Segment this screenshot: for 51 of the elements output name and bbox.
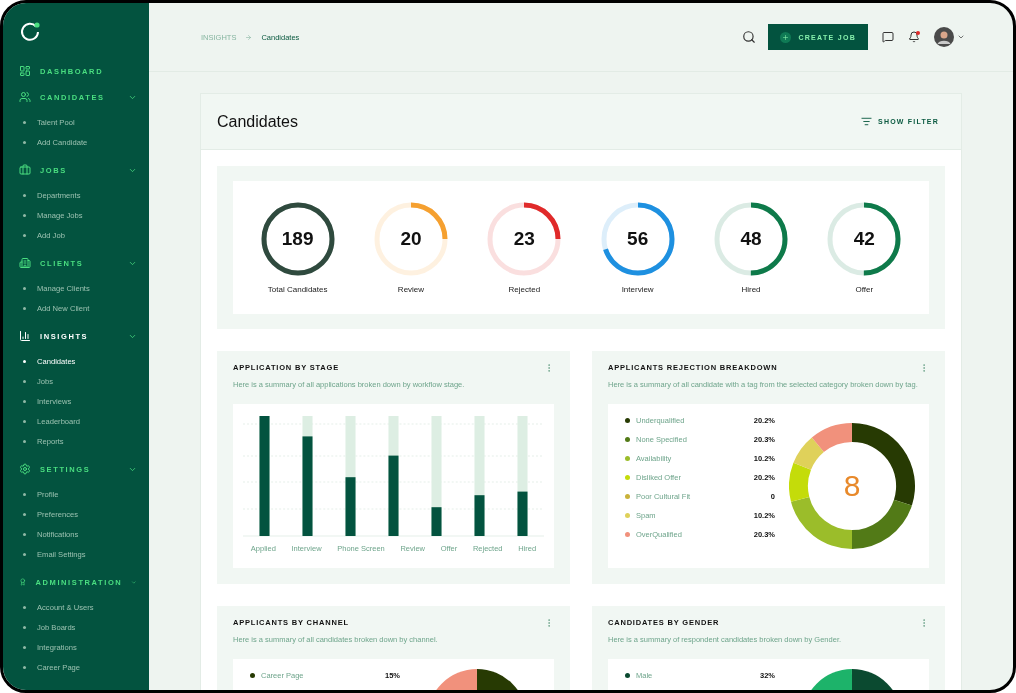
avatar[interactable] [934, 27, 954, 47]
bullet-dot [23, 140, 26, 144]
dashboard-icon [19, 65, 31, 77]
stat-value: 48 [740, 228, 762, 250]
bullet-dot [23, 419, 26, 423]
stat-value: 56 [627, 228, 649, 250]
donut-center-value: 8 [843, 469, 861, 503]
bullet-dot [23, 379, 26, 383]
bullet-dot [23, 605, 26, 609]
stat-label: Review [397, 285, 425, 294]
bullet-dot [23, 120, 26, 124]
bullet-dot [23, 399, 26, 403]
bullet-dot [23, 359, 26, 363]
bullet-dot [23, 552, 26, 556]
help-icon[interactable] [882, 31, 894, 43]
chevron-icon[interactable] [957, 33, 965, 41]
bullet-dot [23, 213, 26, 217]
bar-chart-icon [19, 330, 31, 342]
stat-label: Interview [621, 285, 654, 294]
bullet-dot [23, 512, 26, 516]
stat-label: Offer [855, 285, 874, 294]
arrow-icon [245, 33, 253, 41]
stat-value: 20 [400, 228, 422, 250]
bullet-dot [23, 492, 26, 496]
users-icon [19, 91, 31, 103]
bullet-dot [23, 306, 26, 310]
bullet-dot [23, 645, 26, 649]
bullet-dot [23, 233, 26, 237]
bell-icon[interactable] [908, 31, 920, 43]
stat-value: 189 [281, 228, 314, 250]
bullet-dot [23, 665, 26, 669]
bullet-dot [23, 532, 26, 536]
bullet-dot [23, 286, 26, 290]
stat-value: 23 [513, 228, 535, 250]
settings-icon [19, 463, 31, 475]
stat-label: Total Candidates [267, 285, 328, 294]
stat-label: Rejected [508, 285, 541, 294]
logo-icon [19, 21, 41, 43]
bullet-dot [23, 625, 26, 629]
award-icon [19, 576, 27, 588]
search-icon[interactable] [742, 30, 757, 44]
bullet-dot [23, 439, 26, 443]
plus-icon [780, 31, 792, 43]
stat-label: Hired [741, 285, 761, 294]
bullet-dot [23, 193, 26, 197]
stat-value: 42 [853, 228, 875, 250]
building-icon [19, 257, 31, 269]
donut-slice [793, 437, 824, 470]
briefcase-icon [19, 164, 31, 176]
filter-icon [861, 116, 873, 127]
page-title: Candidates [217, 112, 298, 131]
